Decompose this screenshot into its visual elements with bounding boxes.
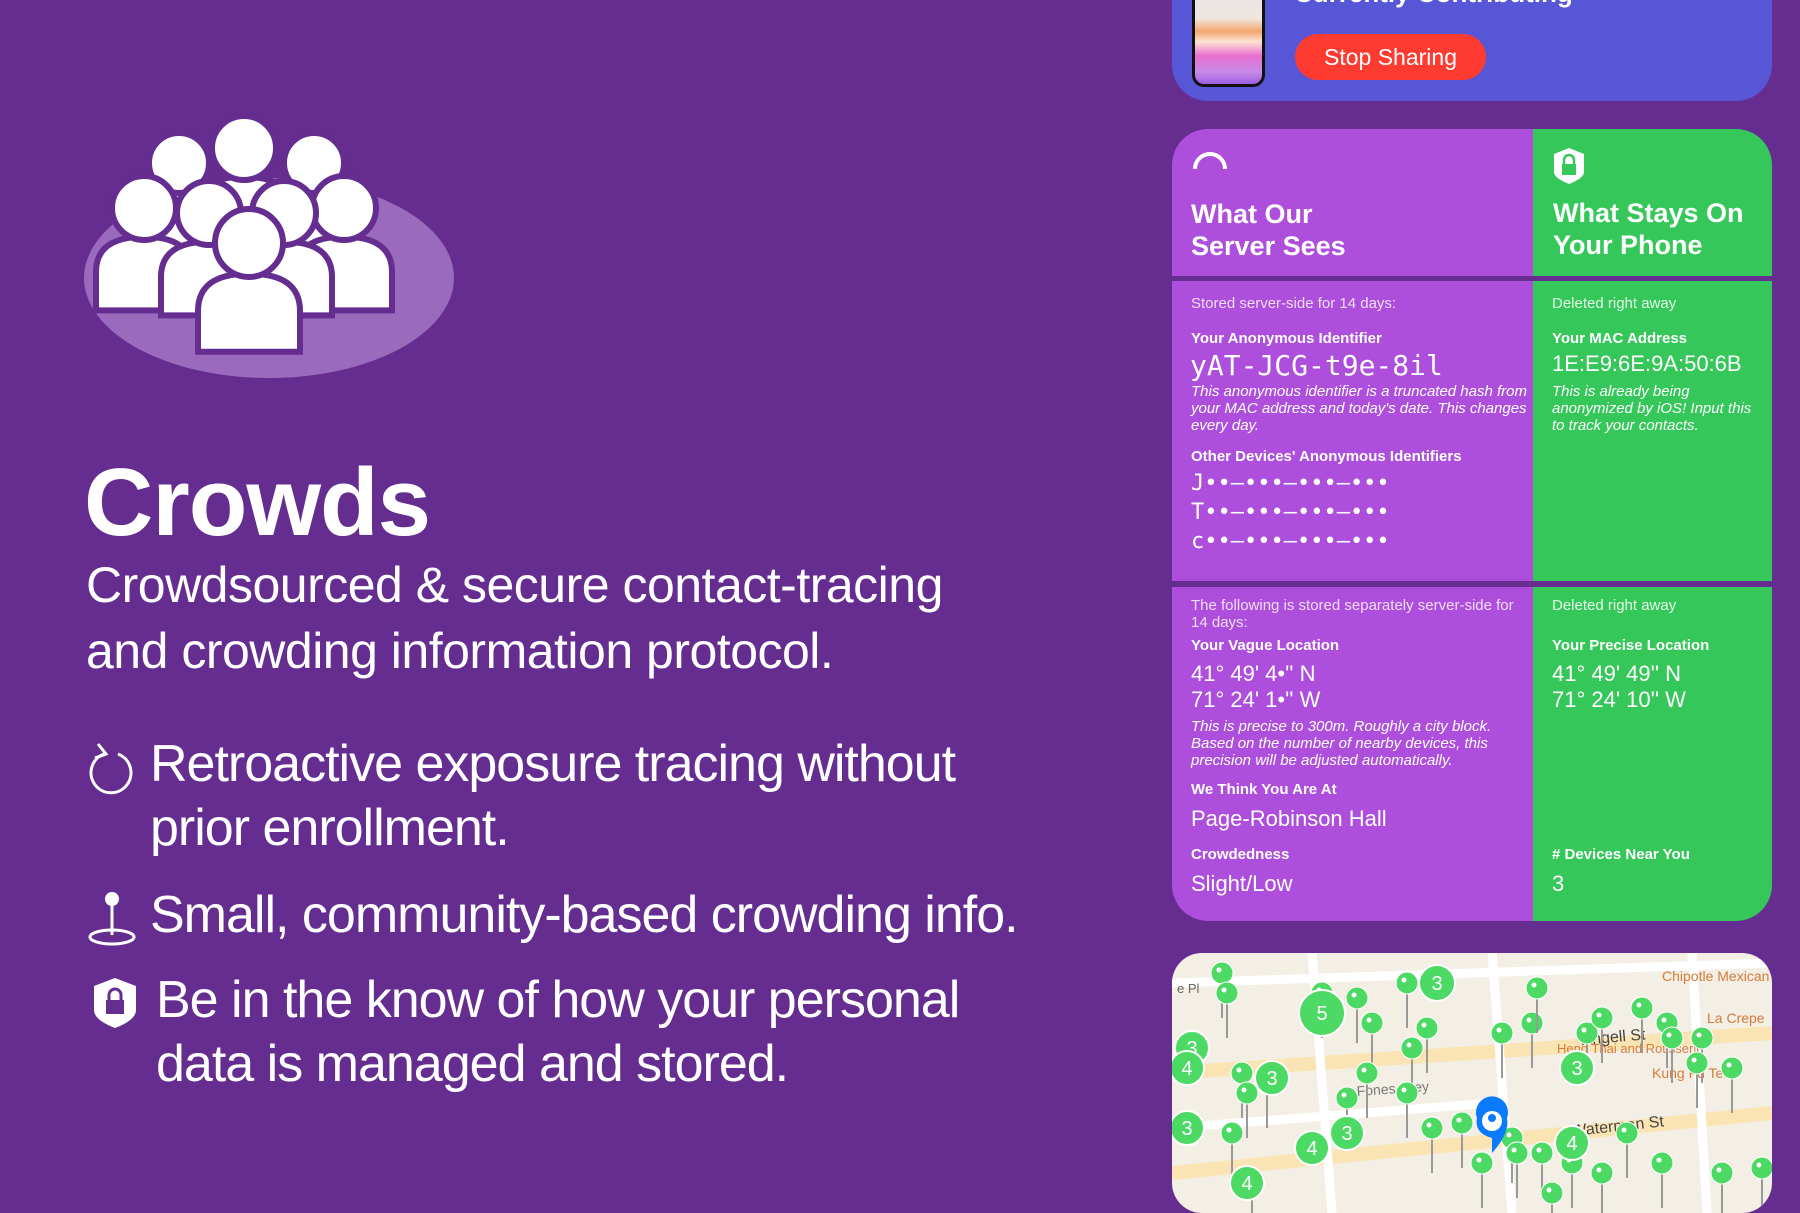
person-head (109, 173, 179, 243)
cluster-marker[interactable]: 3 (1329, 1115, 1365, 1151)
precise-latitude: 41° 49' 49'' N (1552, 661, 1682, 686)
cluster-count: 3 (1266, 1068, 1277, 1090)
shield-lock-icon (92, 976, 156, 1096)
phone-title-line2: Your Phone (1553, 230, 1703, 260)
device-pin-icon[interactable] (1590, 1161, 1614, 1213)
cluster-marker[interactable]: 5 (1298, 989, 1346, 1037)
server-title-line2: Server Sees (1191, 231, 1346, 261)
cluster-count: 4 (1566, 1133, 1577, 1155)
identifier-description: This anonymous identifier is a truncated… (1191, 383, 1527, 434)
place-name: Page-Robinson Hall (1191, 806, 1387, 831)
crowdedness-label: Crowdedness (1191, 846, 1290, 863)
device-pin-icon[interactable] (1520, 1011, 1544, 1068)
devices-near-count: 3 (1552, 871, 1565, 896)
server-title-line1: What Our (1191, 199, 1313, 229)
deletion-note: Deleted right away (1552, 295, 1677, 312)
feature-retroactive: Retroactive exposure tracing without pri… (86, 732, 1036, 860)
cluster-marker[interactable]: 3 (1418, 964, 1456, 1002)
phone-title-line1: What Stays On (1553, 198, 1744, 228)
crowdedness-value: Slight/Low (1191, 871, 1293, 896)
feature-text: Small, community-based crowding info. (150, 886, 1019, 944)
spinner-arc-icon (1193, 152, 1227, 170)
shield-lock-icon (1554, 148, 1584, 184)
cluster-count: 3 (1571, 1058, 1582, 1080)
location-pin-icon (86, 891, 150, 962)
place-label: Chipotle Mexican Grill (1662, 968, 1772, 984)
location-deletion-note: Deleted right away (1552, 597, 1677, 614)
devices-near-label: # Devices Near You (1552, 846, 1690, 863)
app-subtitle: Crowdsourced & secure contact-tracing an… (86, 557, 943, 679)
cluster-count: 5 (1316, 1003, 1327, 1025)
location-storage-note: The following is stored separately serve… (1191, 597, 1514, 631)
retroactive-arrow-icon (86, 740, 150, 860)
cluster-count: 4 (1241, 1173, 1252, 1195)
cluster-marker[interactable]: 4 (1229, 1165, 1265, 1201)
crowds-logo-icon (84, 113, 454, 378)
precise-longitude: 71° 24' 10'' W (1552, 687, 1686, 712)
server-location-section: The following is stored separately serve… (1172, 587, 1533, 921)
map-canvas[interactable]: e Pl Angell St Waterman St Fones Alley C… (1172, 953, 1772, 1213)
device-pin-icon[interactable] (1615, 1121, 1639, 1178)
crowd-map[interactable]: e Pl Angell St Waterman St Fones Alley C… (1172, 953, 1772, 1213)
cluster-count: 3 (1181, 1118, 1192, 1140)
street-label: e Pl (1177, 981, 1200, 996)
mac-label: Your MAC Address (1552, 330, 1688, 347)
status-title: Currently Contributing (1294, 0, 1573, 9)
device-pin-icon[interactable] (1750, 1156, 1772, 1213)
device-pin-icon[interactable] (1215, 981, 1239, 1038)
server-identity-section: Stored server-side for 14 days: Your Ano… (1172, 281, 1533, 581)
feature-crowding: Small, community-based crowding info. (86, 883, 1036, 962)
anonymous-identifier: yAT-JCG-t9e-8il (1190, 349, 1443, 382)
phone-header: What Stays On Your Phone (1533, 129, 1772, 276)
data-privacy-card: What Our Server Sees What Stays On Your … (1172, 129, 1772, 921)
other-identifier: c••–•••–•••–••• (1191, 529, 1390, 554)
feature-text: Retroactive exposure tracing without pri… (150, 735, 956, 857)
stop-sharing-button[interactable]: Stop Sharing (1295, 34, 1486, 80)
precision-description: This is precise to 300m. Roughly a city … (1191, 718, 1492, 769)
other-identifier: J••–•••–•••–••• (1191, 471, 1390, 496)
device-pin-icon[interactable] (1395, 971, 1419, 1028)
server-header: What Our Server Sees (1172, 129, 1533, 276)
storage-note: Stored server-side for 14 days: (1191, 295, 1397, 312)
place-label: We Think You Are At (1191, 781, 1337, 798)
person-body (195, 270, 303, 355)
cluster-marker[interactable]: 3 (1254, 1060, 1290, 1096)
person-head (309, 173, 379, 243)
app-title: Crowds (84, 449, 431, 556)
cluster-count: 3 (1341, 1123, 1352, 1145)
cluster-marker[interactable]: 4 (1294, 1130, 1330, 1166)
device-pin-icon[interactable] (1710, 1161, 1734, 1213)
precise-location-label: Your Precise Location (1552, 637, 1710, 654)
device-pin-icon[interactable] (1540, 1181, 1564, 1213)
phone-location-section: Deleted right away Your Precise Location… (1533, 587, 1772, 921)
vague-location-label: Your Vague Location (1191, 637, 1340, 654)
cluster-marker[interactable]: 3 (1559, 1050, 1595, 1086)
feature-privacy: Be in the know of how your personal data… (92, 968, 1042, 1096)
cluster-marker[interactable]: 4 (1554, 1125, 1590, 1161)
person-head (212, 206, 286, 280)
cluster-marker[interactable]: 4 (1172, 1050, 1205, 1086)
contribution-status-card: Currently Contributing Stop Sharing (1172, 0, 1772, 101)
cluster-count: 3 (1431, 973, 1442, 995)
mac-description: This is already being anonymized by iOS!… (1552, 383, 1752, 434)
cluster-count: 4 (1181, 1058, 1192, 1080)
vague-latitude: 41° 49' 4•'' N (1191, 661, 1316, 686)
vague-longitude: 71° 24' 1•'' W (1191, 687, 1321, 712)
mac-address: 1E:E9:6E:9A:50:6B (1552, 351, 1742, 376)
identifier-label: Your Anonymous Identifier (1191, 330, 1382, 347)
other-identifier: T••–•••–•••–••• (1191, 500, 1390, 525)
phone-identity-section: Deleted right away Your MAC Address 1E:E… (1533, 281, 1772, 581)
device-pin-icon[interactable] (1720, 1056, 1744, 1113)
cluster-marker[interactable]: 3 (1172, 1110, 1205, 1146)
phone-image (1192, 0, 1265, 87)
place-label: La Crepe (1707, 1010, 1765, 1026)
person-head (209, 113, 279, 183)
cluster-count: 4 (1306, 1138, 1317, 1160)
other-identifiers-label: Other Devices' Anonymous Identifiers (1191, 448, 1462, 465)
feature-text: Be in the know of how your personal data… (156, 971, 960, 1093)
